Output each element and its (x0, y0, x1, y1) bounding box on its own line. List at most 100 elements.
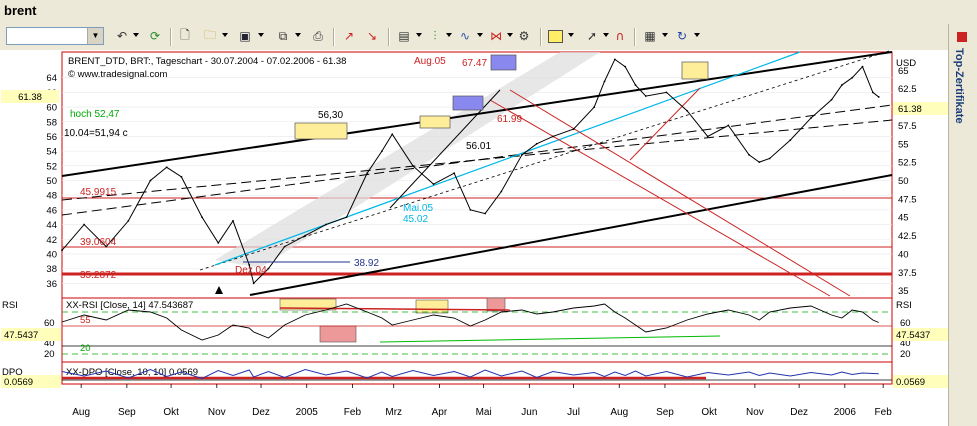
refresh-icon[interactable]: ⟳ (146, 27, 164, 45)
price-point (840, 84, 843, 86)
settings-icon[interactable]: ⚙ (515, 27, 533, 45)
price-point (381, 150, 383, 153)
x-tick-label: 2006 (834, 407, 857, 418)
currency-label: USD (896, 58, 916, 69)
left-tick-label: 58 (46, 117, 57, 128)
close-icon[interactable] (957, 32, 967, 42)
chart-canvas[interactable]: 646260585654525048464442403836 6562.5605… (0, 50, 948, 426)
price-point (232, 219, 234, 222)
side-panel-label: Top-Zertifikate (953, 48, 965, 124)
toolbar-separator (170, 28, 172, 46)
rsi-red-box-2 (486, 297, 506, 312)
right-tick-label: 42.5 (898, 231, 917, 242)
price-point (572, 128, 575, 131)
x-tick-label: Sep (118, 407, 136, 418)
properties-icon[interactable]: ▦ (641, 27, 659, 45)
pointer-icon[interactable]: ➚ (583, 27, 601, 45)
right-tick-label: 40 (898, 249, 909, 260)
chevron-down-icon[interactable]: ▼ (87, 28, 103, 44)
last-value-right: 61.38 (898, 104, 922, 115)
chart-arrow-2-icon[interactable]: ↘ (363, 27, 381, 45)
right-tick-label: 37.5 (898, 268, 917, 279)
reload-dropdown[interactable] (694, 33, 700, 37)
toolbar-separator (540, 28, 542, 46)
right-tick-label: 52.5 (898, 158, 917, 169)
price-point (165, 166, 168, 169)
price-point (727, 124, 730, 127)
x-tick-label: Feb (875, 407, 893, 418)
new-document-icon[interactable]: 🗋 (176, 27, 194, 45)
fibonacci-dropdown[interactable] (507, 33, 513, 37)
top-zertifikate-panel[interactable]: Top-Zertifikate (948, 24, 977, 426)
price-panel (61, 51, 893, 299)
rsi-indicator-label: XX-RSI [Close, 14] 47.543687 (66, 300, 193, 311)
yellow-box-1 (294, 122, 348, 140)
right-tick-label: 55 (898, 139, 909, 150)
price-point (500, 190, 503, 193)
properties-dropdown[interactable] (662, 33, 668, 37)
price-point (748, 153, 750, 156)
price-point (613, 58, 616, 61)
price-point (127, 219, 130, 222)
annotation-56-01: 56.01 (466, 141, 491, 152)
x-tick-label: Aug (72, 407, 90, 418)
copy-dropdown[interactable] (295, 33, 301, 37)
left-tick-label: 44 (46, 220, 57, 231)
annotation-61-99: 61.99 (497, 114, 522, 125)
rectangle-dropdown[interactable] (568, 33, 574, 37)
undo-dropdown[interactable] (133, 33, 139, 37)
pointer-dropdown[interactable] (603, 33, 609, 37)
price-point (830, 98, 833, 101)
reload-icon[interactable]: ↻ (673, 27, 691, 45)
save-dropdown[interactable] (258, 33, 264, 37)
rsi-level-55-label: 55 (80, 315, 91, 326)
indicator-icon[interactable]: ▤ (395, 27, 413, 45)
open-dropdown[interactable] (222, 33, 228, 37)
fibonacci-icon[interactable]: ⋈ (487, 27, 505, 45)
copy-icon[interactable]: ⧉ (274, 27, 292, 45)
open-folder-icon[interactable]: 🗀 (201, 27, 219, 45)
symbol-combobox[interactable]: ▼ (6, 27, 104, 45)
dpo-value-right: 0.0569 (896, 377, 925, 388)
x-tick-label: Dez (252, 407, 270, 418)
price-point (411, 164, 414, 167)
wave-icon[interactable]: ∿ (456, 27, 474, 45)
price-point (624, 65, 627, 68)
magnet-icon[interactable]: ∩ (611, 27, 629, 45)
annotation-dez-04: Dez.04 (235, 265, 267, 276)
x-tick-label: Nov (208, 407, 226, 418)
price-point (283, 245, 286, 248)
price-point (768, 157, 771, 160)
rsi-title-left: RSI (2, 300, 18, 311)
price-point (61, 249, 63, 252)
price-point (391, 133, 394, 136)
price-point (304, 234, 307, 237)
candles-icon[interactable]: ⫶ (426, 27, 444, 45)
chart-arrow-icon[interactable]: ↗ (340, 27, 358, 45)
x-tick-label: Jul (567, 407, 580, 418)
save-disk-icon[interactable]: ▣ (236, 27, 254, 45)
x-tick-label: Apr (432, 407, 448, 418)
price-point (252, 282, 255, 285)
price-point (535, 142, 538, 145)
left-tick-label: 40 (46, 249, 57, 260)
undo-arrow-icon[interactable]: ↶ (113, 27, 131, 45)
blue-box-2 (490, 54, 517, 71)
price-point (552, 135, 554, 138)
yellow-box-2 (419, 115, 451, 129)
wave-dropdown[interactable] (477, 33, 483, 37)
price-point (432, 183, 435, 186)
candles-dropdown[interactable] (446, 33, 452, 37)
price-point (484, 212, 487, 215)
annotation-hoch: hoch 52,47 (70, 109, 120, 120)
rectangle-color-icon[interactable] (546, 27, 564, 45)
right-tick-label: 35 (898, 286, 909, 297)
price-point (149, 179, 152, 182)
indicator-dropdown[interactable] (416, 33, 422, 37)
last-value-left: 61.38 (18, 92, 42, 103)
left-tick-label: 56 (46, 132, 57, 143)
annotation-38-92: 38.92 (354, 258, 379, 269)
print-icon[interactable]: ⎙ (309, 27, 327, 45)
price-point (217, 242, 220, 244)
left-tick-label: 54 (46, 147, 57, 158)
